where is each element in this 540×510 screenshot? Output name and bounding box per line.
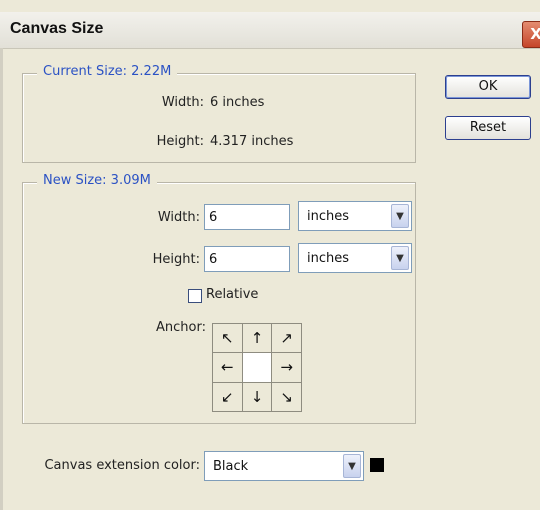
new-width-label: Width: <box>157 210 200 225</box>
ok-button[interactable]: OK <box>445 75 531 99</box>
color-swatch[interactable] <box>370 458 384 472</box>
canvas-extension-color-label: Canvas extension color: <box>44 458 200 473</box>
anchor-bottom-right-button[interactable]: ↘ <box>272 382 301 411</box>
width-unit-value: inches <box>307 209 350 224</box>
new-size-legend: New Size: 3.09M <box>37 173 157 188</box>
anchor-top-button[interactable]: ↑ <box>242 324 272 353</box>
anchor-grid: ↖ ↑ ↗ ← → ↙ ↓ ↘ <box>212 323 302 412</box>
current-height-label: Height: <box>156 134 204 149</box>
anchor-bottom-left-button[interactable]: ↙ <box>213 382 242 411</box>
current-size-group: Current Size: 2.22M <box>22 64 416 163</box>
relative-label[interactable]: Relative <box>206 287 258 302</box>
anchor-right-button[interactable]: → <box>272 353 301 382</box>
anchor-left-button[interactable]: ← <box>213 353 242 382</box>
arrow-left-icon: ← <box>221 358 234 377</box>
chevron-down-icon[interactable]: ▼ <box>391 246 409 270</box>
height-input[interactable]: 6 <box>204 246 290 272</box>
height-unit-select[interactable]: inches ▼ <box>298 243 412 273</box>
new-height-label: Height: <box>152 252 200 267</box>
anchor-top-left-button[interactable]: ↖ <box>213 324 242 353</box>
anchor-label: Anchor: <box>156 320 206 335</box>
current-size-legend: Current Size: 2.22M <box>37 64 178 79</box>
width-input[interactable]: 6 <box>204 204 290 230</box>
width-unit-select[interactable]: inches ▼ <box>298 201 412 231</box>
current-width-value: 6 inches <box>210 95 265 110</box>
chevron-down-icon[interactable]: ▼ <box>391 204 409 228</box>
canvas-size-dialog: Canvas Size X Current Size: 2.22M Width:… <box>0 0 540 510</box>
current-height-value: 4.317 inches <box>210 134 294 149</box>
dialog-title: Canvas Size <box>10 20 104 37</box>
arrow-top-icon: ↑ <box>250 329 264 348</box>
current-width-label: Width: <box>161 95 204 110</box>
anchor-bottom-button[interactable]: ↓ <box>242 382 272 411</box>
chevron-down-icon[interactable]: ▼ <box>343 454 361 478</box>
window-edge <box>0 48 3 510</box>
close-button[interactable]: X <box>522 21 540 48</box>
title-bar[interactable]: Canvas Size X <box>0 12 540 49</box>
anchor-top-right-button[interactable]: ↗ <box>272 324 301 353</box>
arrow-top-right-icon: ↗ <box>280 329 293 348</box>
arrow-bottom-icon: ↓ <box>250 387 264 406</box>
arrow-bottom-right-icon: ↘ <box>280 387 293 406</box>
canvas-extension-color-select[interactable]: Black ▼ <box>204 451 364 481</box>
anchor-center-button[interactable] <box>242 353 272 382</box>
arrow-right-icon: → <box>280 358 293 377</box>
arrow-top-left-icon: ↖ <box>221 329 234 348</box>
arrow-bottom-left-icon: ↙ <box>221 387 234 406</box>
height-unit-value: inches <box>307 251 350 266</box>
reset-button[interactable]: Reset <box>445 116 531 140</box>
relative-checkbox[interactable] <box>188 289 202 303</box>
canvas-extension-color-value: Black <box>213 459 249 474</box>
